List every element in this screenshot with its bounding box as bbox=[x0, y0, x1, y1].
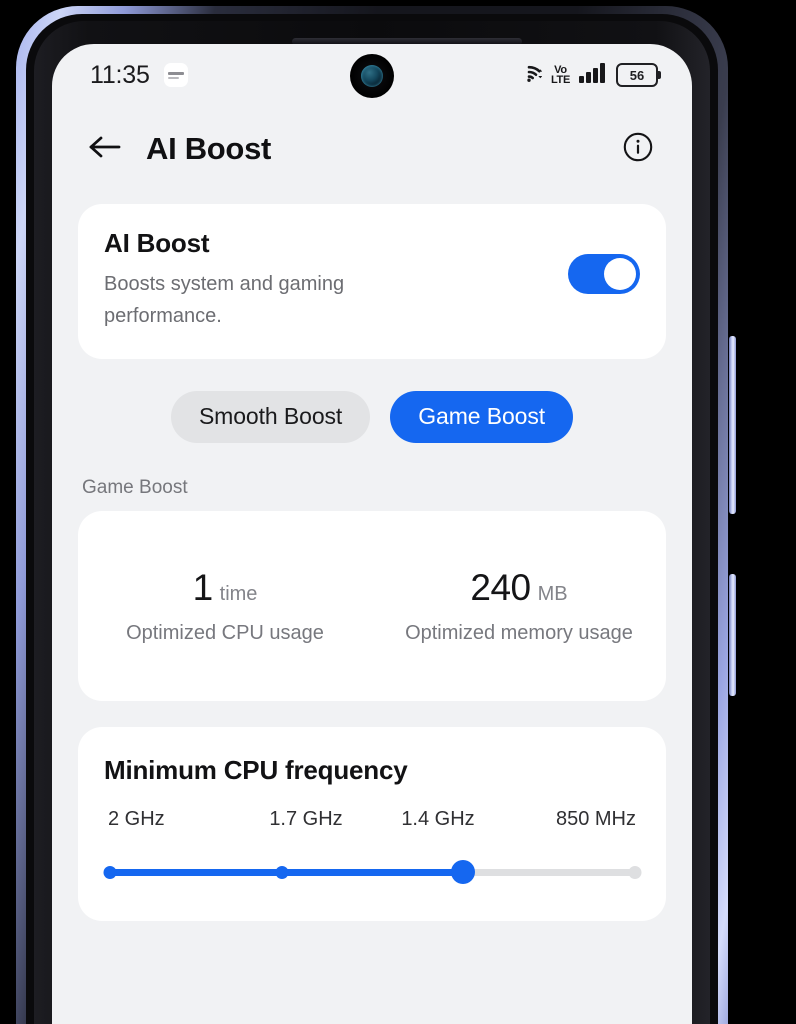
ai-boost-texts: AI Boost Boosts system and gaming perfor… bbox=[104, 228, 568, 333]
cpu-frequency-title: Minimum CPU frequency bbox=[104, 754, 408, 785]
battery-icon: 56 bbox=[616, 63, 661, 87]
freq-tick-label-2: 1.4 GHz bbox=[401, 807, 475, 830]
status-bar-indicators: Vo LTE 56 bbox=[516, 62, 661, 88]
status-bar-clock: 11:35 bbox=[90, 60, 150, 89]
ai-boost-toggle[interactable] bbox=[568, 254, 640, 294]
cpu-frequency-slider[interactable] bbox=[103, 857, 642, 887]
minimum-cpu-frequency-card: Minimum CPU frequency 2 GHz 1.7 GHz 1.4 … bbox=[78, 726, 666, 921]
notification-app-icon[interactable] bbox=[163, 63, 188, 87]
volume-button[interactable] bbox=[729, 574, 736, 696]
volte-bottom-text: LTE bbox=[550, 74, 570, 86]
stat-memory-unit: MB bbox=[537, 582, 568, 605]
stat-memory-value-row: 240 MB bbox=[372, 567, 666, 609]
freq-tick-label-0: 2 GHz bbox=[108, 807, 165, 830]
wifi-icon bbox=[516, 63, 543, 88]
stat-memory-usage: 240 MB Optimized memory usage bbox=[372, 567, 666, 645]
freq-tick-label-3: 850 MHz bbox=[555, 807, 636, 830]
slider-fill bbox=[110, 868, 470, 876]
stat-cpu-label: Optimized CPU usage bbox=[126, 621, 324, 644]
slider-step-3[interactable] bbox=[628, 865, 642, 879]
boost-mode-selector: Smooth Boost Game Boost bbox=[52, 390, 692, 443]
back-button[interactable] bbox=[82, 126, 128, 172]
info-icon bbox=[622, 131, 654, 168]
slider-thumb[interactable] bbox=[451, 860, 476, 885]
phone-screen: 11:35 Vo LTE 56 AI Boost AI Boost Boosts… bbox=[52, 44, 692, 1024]
power-button[interactable] bbox=[729, 336, 736, 514]
stat-memory-label: Optimized memory usage bbox=[405, 621, 633, 644]
stat-cpu-unit: time bbox=[219, 582, 258, 605]
status-bar: 11:35 Vo LTE 56 bbox=[52, 44, 692, 106]
stat-cpu-usage: 1 time Optimized CPU usage bbox=[78, 567, 372, 645]
optimization-stats-card: 1 time Optimized CPU usage 240 MB Optimi… bbox=[78, 510, 666, 701]
freq-tick-label-1: 1.7 GHz bbox=[269, 807, 343, 830]
cpu-frequency-tick-labels: 2 GHz 1.7 GHz 1.4 GHz 850 MHz bbox=[104, 808, 640, 831]
stat-cpu-value-row: 1 time bbox=[78, 567, 372, 609]
camera-lens bbox=[361, 65, 383, 87]
ai-boost-card-subtitle: Boosts system and gaming performance. bbox=[104, 273, 345, 328]
ai-boost-card-title: AI Boost bbox=[104, 228, 210, 258]
back-arrow-icon bbox=[88, 134, 122, 165]
slider-step-0[interactable] bbox=[103, 865, 117, 879]
section-label-game-boost: Game Boost bbox=[82, 476, 188, 498]
front-camera-punch-hole bbox=[350, 54, 394, 98]
stat-memory-value: 240 bbox=[470, 566, 531, 608]
phone-mockup: 11:35 Vo LTE 56 AI Boost AI Boost Boosts… bbox=[0, 0, 796, 1024]
slider-step-1[interactable] bbox=[275, 865, 289, 879]
volte-icon: Vo LTE bbox=[550, 64, 570, 86]
ai-boost-card: AI Boost Boosts system and gaming perfor… bbox=[78, 204, 666, 359]
page-title: AI Boost bbox=[146, 131, 272, 166]
cellular-signal-icon bbox=[579, 62, 607, 88]
stat-cpu-value: 1 bbox=[192, 566, 214, 608]
mode-smooth-boost[interactable]: Smooth Boost bbox=[170, 390, 371, 443]
toggle-knob bbox=[604, 258, 636, 290]
mode-game-boost[interactable]: Game Boost bbox=[390, 390, 574, 443]
battery-percent-label: 56 bbox=[629, 67, 645, 83]
app-bar: AI Boost bbox=[52, 106, 692, 192]
info-button[interactable] bbox=[618, 129, 658, 169]
